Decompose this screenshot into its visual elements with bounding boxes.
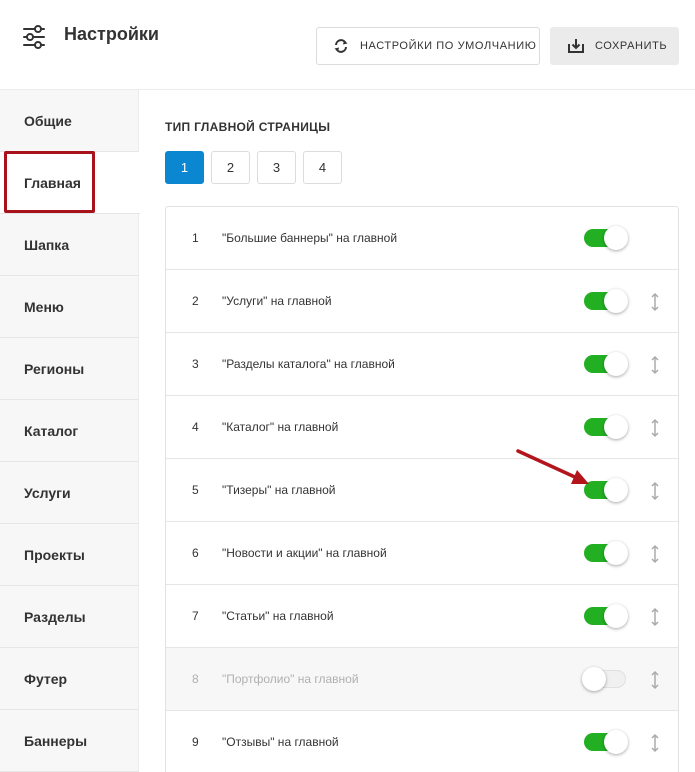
list-item: 8 "Портфолио" на главной [166, 648, 678, 711]
item-label: "Тизеры" на главной [222, 483, 336, 497]
list-item: 4 "Каталог" на главной [166, 396, 678, 459]
sidebar-item-label: Общие [24, 112, 72, 129]
item-label: "Отзывы" на главной [222, 735, 339, 749]
toggle-switch[interactable] [584, 730, 628, 754]
list-item: 3 "Разделы каталога" на главной [166, 333, 678, 396]
toggle-knob [604, 226, 628, 250]
sidebar-item-label: Разделы [24, 608, 86, 625]
page-title: Настройки [64, 24, 159, 44]
sidebar-item-label: Футер [24, 670, 68, 687]
page-type-button-1[interactable]: 1 [165, 151, 204, 184]
sidebar-item-menu[interactable]: Меню [0, 276, 139, 338]
sidebar-item-label: Меню [24, 298, 64, 315]
item-label: "Каталог" на главной [222, 420, 339, 434]
list-item: 9 "Отзывы" на главной [166, 711, 678, 772]
drag-handle-icon[interactable] [650, 607, 660, 627]
toggle-knob [604, 415, 628, 439]
sidebar-item-label: Баннеры [24, 732, 88, 749]
section-title: ТИП ГЛАВНОЙ СТРАНИЦЫ [165, 120, 331, 134]
item-number: 1 [192, 231, 199, 245]
download-icon [568, 39, 584, 53]
item-label: "Услуги" на главной [222, 294, 332, 308]
toggle-switch[interactable] [584, 415, 628, 439]
header: Настройки НАСТРОЙКИ ПО УМОЛЧАНИЮ СОХРАНИ… [0, 0, 695, 90]
item-number: 2 [192, 294, 199, 308]
item-number: 7 [192, 609, 199, 623]
toggle-switch[interactable] [584, 541, 628, 565]
sliders-icon [23, 25, 45, 49]
item-label: "Большие баннеры" на главной [222, 231, 398, 245]
toggle-knob [604, 730, 628, 754]
toggle-knob [604, 604, 628, 628]
item-label: "Статьи" на главной [222, 609, 334, 623]
sidebar-item-label: Главная [24, 174, 81, 191]
sidebar-item-label: Проекты [24, 546, 85, 563]
toggle-knob [582, 667, 606, 691]
sidebar: Общие Главная Шапка Меню Регионы Каталог… [0, 90, 140, 772]
item-number: 6 [192, 546, 199, 560]
sidebar-item-sections[interactable]: Разделы [0, 586, 139, 648]
drag-handle-icon[interactable] [650, 670, 660, 690]
toggle-switch[interactable] [584, 352, 628, 376]
sidebar-item-general[interactable]: Общие [0, 90, 139, 152]
blocks-list: 1 "Большие баннеры" на главной 2 "Услуги… [165, 206, 679, 772]
sidebar-item-catalog[interactable]: Каталог [0, 400, 139, 462]
drag-handle-icon[interactable] [650, 418, 660, 438]
list-item: 6 "Новости и акции" на главной [166, 522, 678, 585]
list-item: 2 "Услуги" на главной [166, 270, 678, 333]
toggle-knob [604, 352, 628, 376]
save-button[interactable]: СОХРАНИТЬ [550, 27, 679, 65]
toggle-switch[interactable] [584, 289, 628, 313]
drag-handle-icon[interactable] [650, 733, 660, 753]
page-type-button-4[interactable]: 4 [303, 151, 342, 184]
sidebar-item-footer[interactable]: Футер [0, 648, 139, 710]
page-type-button-2[interactable]: 2 [211, 151, 250, 184]
sidebar-item-projects[interactable]: Проекты [0, 524, 139, 586]
reset-defaults-button[interactable]: НАСТРОЙКИ ПО УМОЛЧАНИЮ [316, 27, 540, 65]
item-number: 9 [192, 735, 199, 749]
toggle-switch[interactable] [582, 667, 626, 691]
toggle-switch[interactable] [584, 478, 628, 502]
sidebar-item-banners[interactable]: Баннеры [0, 710, 139, 772]
sidebar-item-label: Регионы [24, 360, 85, 377]
sidebar-item-main[interactable]: Главная [0, 152, 140, 214]
list-item: 7 "Статьи" на главной [166, 585, 678, 648]
toggle-knob [604, 541, 628, 565]
sidebar-item-label: Услуги [24, 484, 71, 501]
item-label: "Новости и акции" на главной [222, 546, 387, 560]
list-item: 5 "Тизеры" на главной [166, 459, 678, 522]
toggle-knob [604, 478, 628, 502]
list-item: 1 "Большие баннеры" на главной [166, 207, 678, 270]
drag-handle-icon[interactable] [650, 481, 660, 501]
sidebar-item-services[interactable]: Услуги [0, 462, 139, 524]
toggle-knob [604, 289, 628, 313]
sidebar-item-header[interactable]: Шапка [0, 214, 139, 276]
drag-handle-icon[interactable] [650, 292, 660, 312]
drag-handle-icon[interactable] [650, 355, 660, 375]
refresh-icon [334, 39, 348, 53]
save-label: СОХРАНИТЬ [595, 40, 668, 52]
sidebar-item-label: Шапка [24, 236, 70, 253]
sidebar-item-regions[interactable]: Регионы [0, 338, 139, 400]
toggle-switch[interactable] [584, 604, 628, 628]
page-type-button-3[interactable]: 3 [257, 151, 296, 184]
item-label: "Разделы каталога" на главной [222, 357, 395, 371]
sidebar-item-label: Каталог [24, 422, 79, 439]
item-number: 5 [192, 483, 199, 497]
item-number: 8 [192, 672, 199, 686]
reset-defaults-label: НАСТРОЙКИ ПО УМОЛЧАНИЮ [360, 40, 537, 52]
item-label: "Портфолио" на главной [222, 672, 359, 686]
item-number: 4 [192, 420, 199, 434]
toggle-switch[interactable] [584, 226, 628, 250]
drag-handle-icon[interactable] [650, 544, 660, 564]
item-number: 3 [192, 357, 199, 371]
